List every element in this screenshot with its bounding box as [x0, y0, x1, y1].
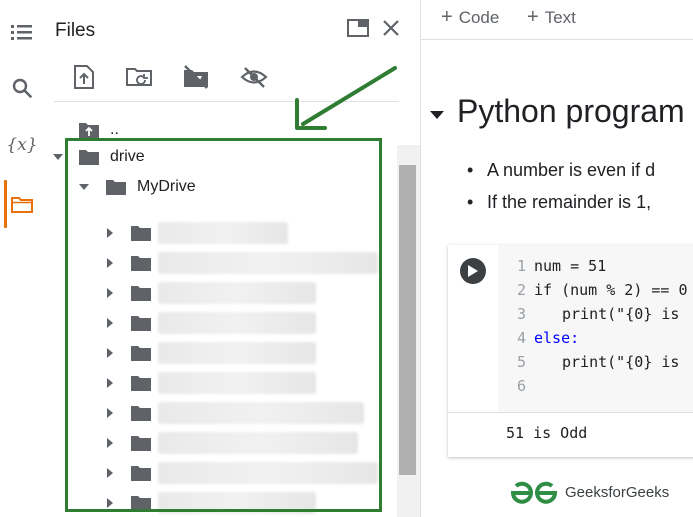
table-of-contents-icon[interactable]	[0, 14, 44, 50]
popout-panel-button[interactable]	[344, 14, 372, 42]
code-line: 6	[516, 377, 526, 395]
search-icon[interactable]	[0, 70, 44, 106]
add-text-label: Text	[544, 7, 576, 27]
play-icon	[468, 265, 478, 277]
highlight-box	[65, 138, 382, 512]
files-title: Files	[55, 20, 96, 41]
plus-icon: +	[441, 6, 453, 28]
close-panel-button[interactable]	[377, 14, 405, 42]
folder-icon[interactable]	[0, 186, 44, 222]
gfg-logo-icon	[510, 481, 558, 504]
markdown-bullet: A number is even if d	[467, 160, 655, 181]
code-cell[interactable]: 1 num = 51 2 if (num % 2) == 0 3 print("…	[448, 245, 693, 457]
add-code-label: Code	[458, 7, 500, 27]
code-editor[interactable]: 1 num = 51 2 if (num % 2) == 0 3 print("…	[498, 245, 693, 412]
variables-icon[interactable]: {x}	[0, 127, 44, 163]
notebook-toolbar-divider	[421, 39, 693, 40]
refresh-folder-icon	[126, 68, 152, 86]
code-line: 3 print("{0} is	[516, 305, 680, 323]
code-line: 4 else:	[516, 329, 580, 347]
popout-icon	[347, 19, 369, 37]
plus-icon: +	[527, 6, 539, 28]
hide-files-button[interactable]	[237, 60, 271, 94]
output-divider	[448, 412, 693, 413]
upload-icon	[74, 65, 94, 89]
markdown-bullet: If the remainder is 1,	[467, 192, 651, 213]
hide-files-icon	[240, 67, 268, 88]
add-text-button[interactable]: + Text	[527, 6, 576, 29]
mount-drive-button[interactable]	[179, 60, 213, 94]
folder-up-icon	[79, 123, 99, 138]
code-line: 5 print("{0} is	[516, 353, 680, 371]
code-line: 2 if (num % 2) == 0	[516, 281, 688, 299]
section-collapse-icon[interactable]	[430, 106, 444, 124]
scrollbar-thumb[interactable]	[399, 165, 416, 475]
caret-down-icon[interactable]	[52, 151, 64, 163]
notebook-area: + Code + Text Python program A number is…	[421, 0, 693, 517]
run-cell-button[interactable]	[460, 258, 486, 284]
tree-label-parent: ..	[110, 121, 119, 138]
icon-rail: {x}	[0, 0, 44, 517]
close-icon	[383, 20, 399, 36]
markdown-heading: Python program	[457, 93, 685, 129]
refresh-button[interactable]	[123, 60, 157, 94]
cell-output: 51 is Odd	[506, 424, 588, 442]
watermark-text: GeeksforGeeks	[565, 484, 670, 501]
annotation-arrow	[295, 66, 397, 130]
code-line: 1 num = 51	[516, 257, 607, 275]
upload-button[interactable]	[67, 60, 101, 94]
add-code-button[interactable]: + Code	[441, 6, 499, 29]
unmount-drive-icon	[184, 65, 208, 89]
